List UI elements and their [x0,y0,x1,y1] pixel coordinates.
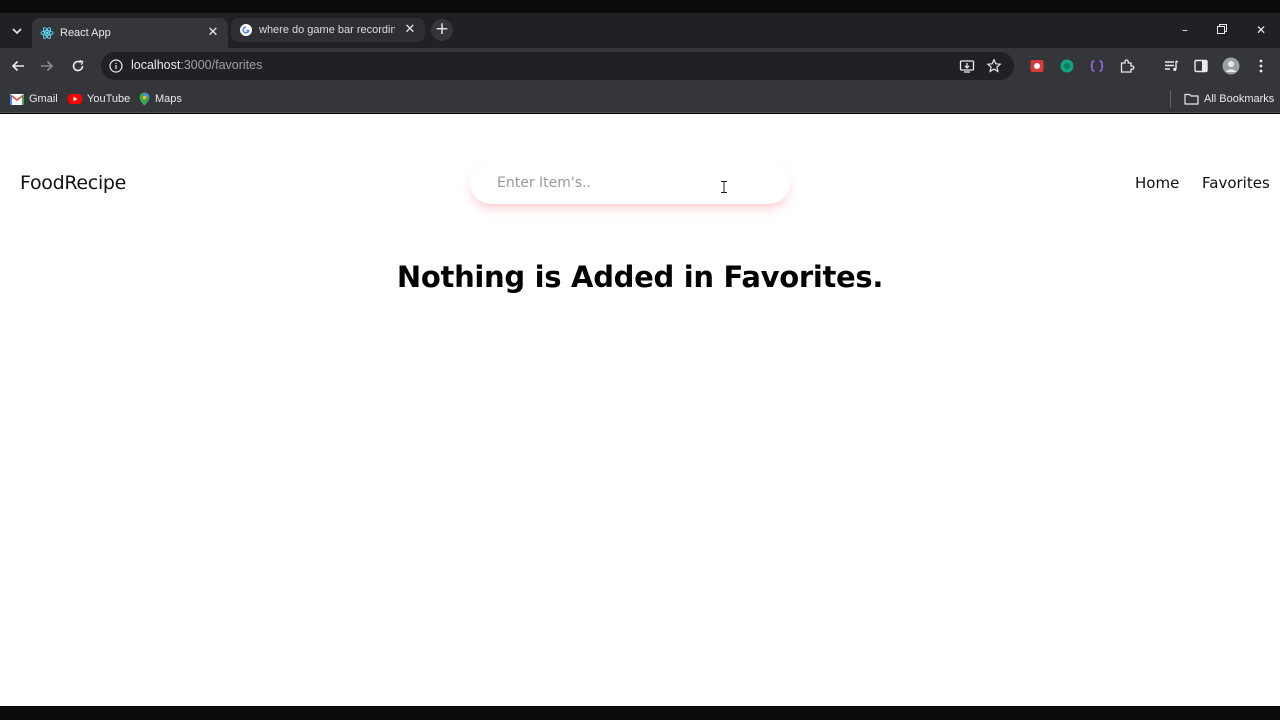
search-input[interactable] [470,162,790,204]
google-icon [240,24,252,36]
chevron-down-icon [12,28,22,35]
tab-react-app[interactable]: React App ✕ [32,18,228,48]
browser-toolbar: localhost:3000/favorites [0,48,1280,84]
react-icon [40,27,54,39]
close-icon[interactable]: ✕ [403,23,417,37]
screen-bottom-border [0,706,1280,720]
empty-favorites-message: Nothing is Added in Favorites. [396,260,884,294]
all-bookmarks-button[interactable]: All Bookmarks [1184,91,1274,107]
all-bookmarks-label: All Bookmarks [1204,93,1275,105]
profile-avatar[interactable] [1222,57,1240,75]
window-close-icon[interactable]: ✕ [1250,20,1272,40]
bookmark-maps[interactable]: Maps [139,91,182,107]
bookmark-gmail[interactable]: Gmail [10,91,58,107]
extension-green-icon[interactable] [1058,57,1076,75]
maps-icon [139,92,150,106]
url-path: :3000/favorites [180,58,263,72]
tab-google-search[interactable]: where do game bar recordings ✕ [231,18,425,42]
address-bar[interactable]: localhost:3000/favorites [101,52,1014,80]
kebab-menu-icon[interactable] [1252,57,1270,75]
url-host: localhost [131,58,181,72]
bookmark-label: Maps [155,93,182,105]
text-cursor-icon [720,181,728,193]
close-icon[interactable]: ✕ [206,26,220,40]
arrow-left-icon [11,60,24,72]
bookmarks-divider [1170,90,1171,108]
bookmark-label: Gmail [29,93,58,105]
back-button[interactable] [7,55,29,77]
brand-logo[interactable]: FoodRecipe [20,172,126,194]
side-panel-icon[interactable] [1192,57,1210,75]
tab-search-button[interactable] [6,20,28,42]
address-url[interactable]: localhost:3000/favorites [131,58,262,72]
bookmarks-bar: Gmail YouTube Maps All Bookmarks [0,84,1280,113]
new-tab-button[interactable]: + [431,19,453,41]
reload-icon [72,59,84,72]
tab-title: React App [60,27,111,39]
extension-red-icon[interactable] [1028,57,1046,75]
web-page: FoodRecipe Home Favorites Nothing is Add… [0,114,1280,706]
tab-strip: React App ✕ where do game bar recordings… [0,13,1280,48]
info-icon[interactable] [109,59,123,73]
youtube-icon [68,94,82,104]
star-icon[interactable] [986,58,1002,74]
arrow-right-icon [41,60,54,72]
folder-icon [1184,93,1199,105]
bookmark-label: YouTube [87,93,131,105]
puzzle-icon[interactable] [1118,57,1136,75]
reload-button[interactable] [67,55,89,77]
tab-title: where do game bar recordings [259,24,395,36]
gmail-icon [10,93,24,105]
nav-home-link[interactable]: Home [1135,174,1179,192]
screen-top-border [0,0,1280,13]
restore-icon[interactable] [1211,20,1233,40]
extension-braces-icon[interactable] [1088,57,1106,75]
forward-button[interactable] [36,55,58,77]
media-controls-icon[interactable] [1162,57,1180,75]
minimize-icon[interactable]: – [1174,20,1196,40]
install-app-icon[interactable] [959,58,975,74]
bookmark-youtube[interactable]: YouTube [68,91,130,107]
search-box [470,162,790,204]
nav-favorites-link[interactable]: Favorites [1202,174,1270,192]
